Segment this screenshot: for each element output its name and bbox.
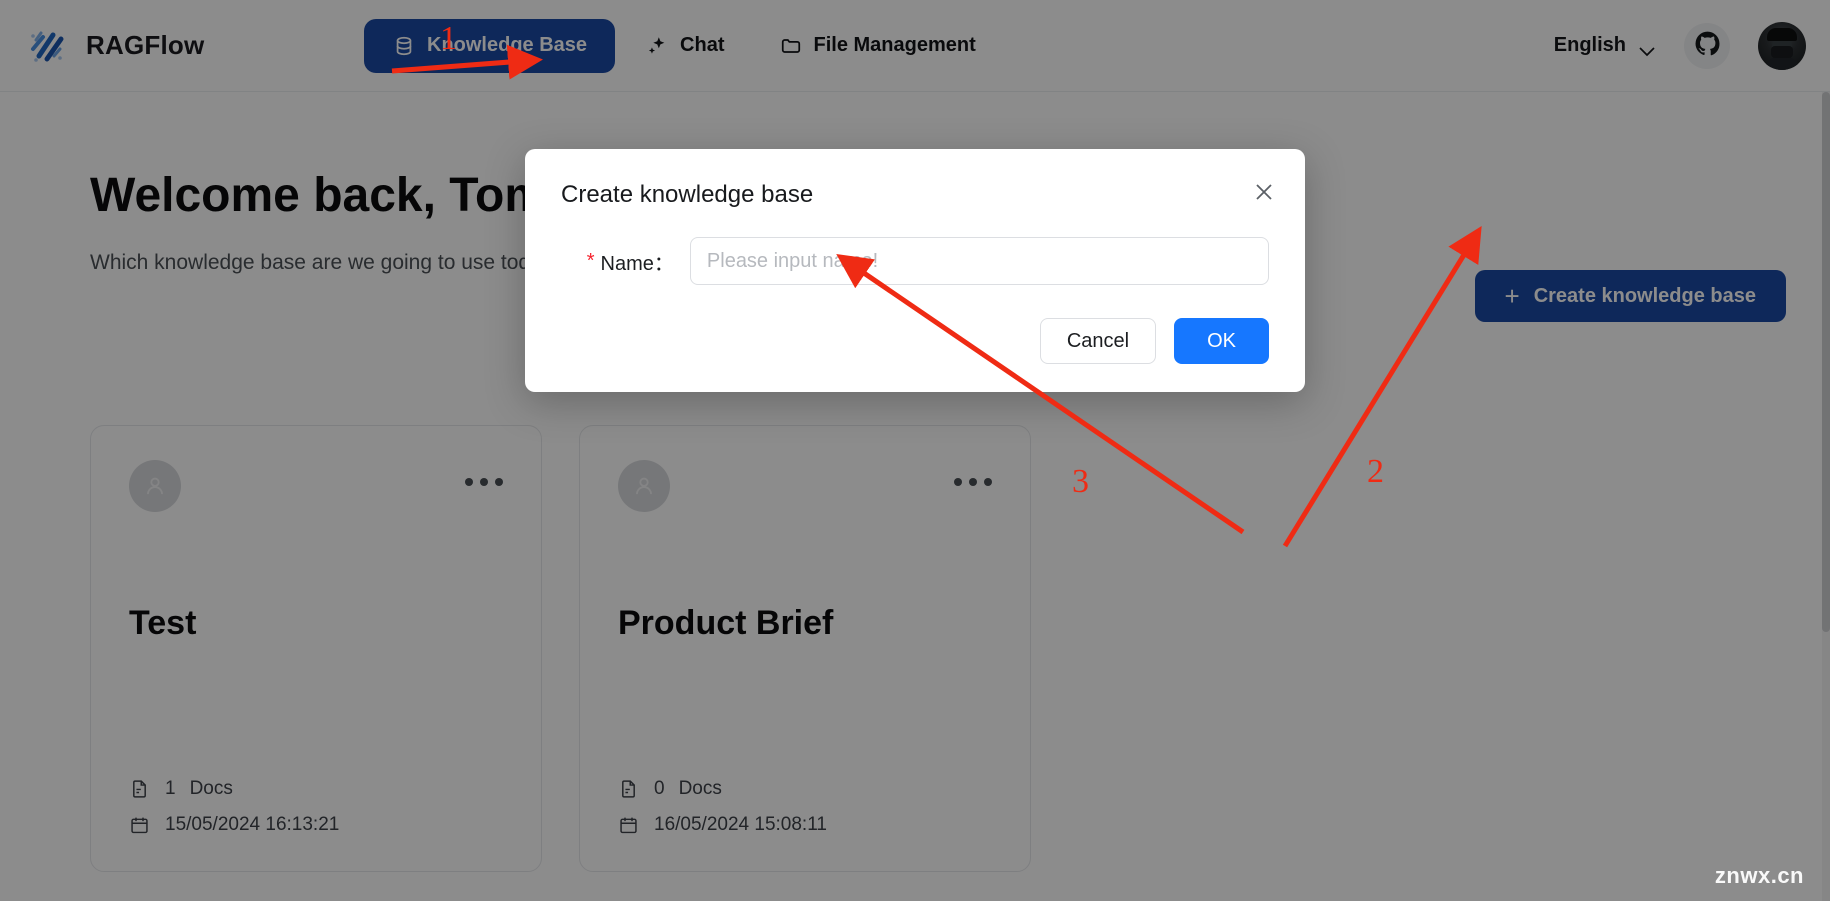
name-input[interactable] [690, 237, 1269, 285]
watermark: znwx.cn [1715, 863, 1804, 889]
name-field-label: * Name： [561, 247, 674, 276]
modal-title: Create knowledge base [561, 181, 1269, 209]
modal-overlay[interactable] [0, 0, 1830, 901]
ok-button[interactable]: OK [1174, 318, 1269, 364]
modal-actions: Cancel OK [1040, 318, 1269, 364]
name-label-text: Name： [601, 247, 674, 276]
required-asterisk: * [587, 251, 595, 271]
create-knowledge-base-modal: Create knowledge base * Name： Cancel OK [525, 149, 1305, 392]
name-form-row: * Name： [561, 237, 1269, 285]
app-root: RAGFlow Knowledge Base [0, 0, 1830, 901]
cancel-button[interactable]: Cancel [1040, 318, 1156, 364]
close-icon[interactable] [1251, 179, 1277, 205]
